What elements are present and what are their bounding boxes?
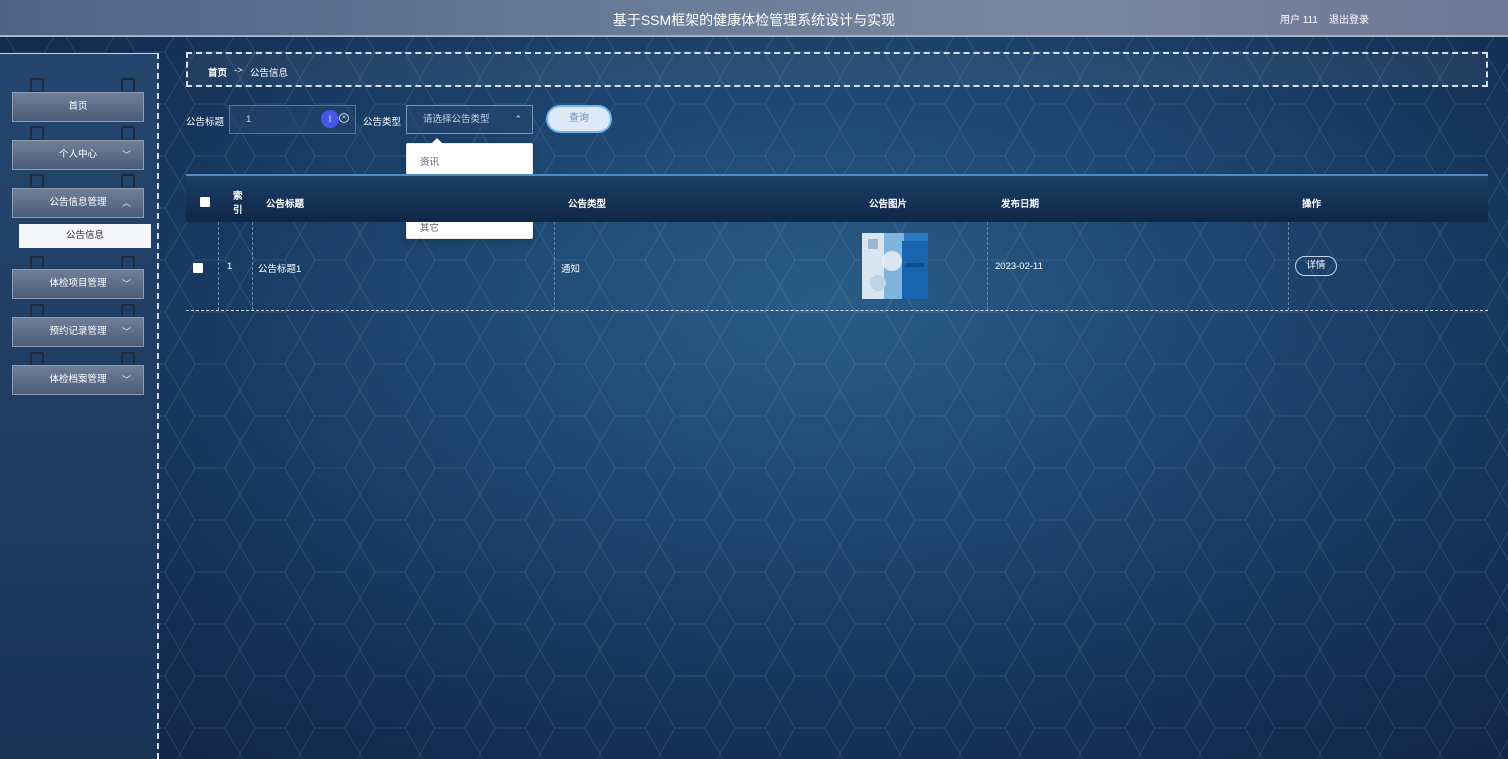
binder-clip-icon [28, 174, 46, 192]
binder-clip-icon [119, 256, 137, 274]
binder-clip-icon [119, 174, 137, 192]
chevron-down-icon: ﹀ [121, 327, 131, 337]
sidebar-item-announcement-management[interactable]: 公告信息管理 ︿ [12, 188, 144, 218]
row-type: 通知 [561, 264, 581, 275]
type-select[interactable]: 请选择公告类型 ⌃ [406, 105, 533, 134]
top-header-bar: 基于SSM框架的健康体检管理系统设计与实现 用户 111 退出登录 [0, 0, 1508, 37]
column-divider [554, 222, 555, 310]
column-header-actions: 操作 [1302, 199, 1322, 210]
column-divider [252, 222, 253, 310]
chevron-down-icon: ﹀ [121, 150, 131, 160]
sidebar-item-label: 公告信息管理 [49, 197, 107, 208]
breadcrumb-home[interactable]: 首页 [208, 65, 227, 79]
row-checkbox[interactable] [193, 263, 203, 273]
sidebar-item-appointments[interactable]: 预约记录管理 ﹀ [12, 317, 144, 347]
sidebar-item-exam-records[interactable]: 体检档案管理 ﹀ [12, 365, 144, 395]
column-header-image: 公告图片 [869, 199, 908, 210]
title-filter-label: 公告标题 [186, 117, 225, 128]
row-title: 公告标题1 [258, 264, 302, 275]
row-date: 2023-02-11 [995, 261, 1043, 272]
type-select-placeholder: 请选择公告类型 [423, 114, 490, 125]
user-name: 用户 111 [1280, 15, 1318, 26]
detail-button[interactable]: 详情 [1295, 256, 1337, 276]
clear-icon[interactable]: ✕ [339, 113, 349, 123]
column-header-title: 公告标题 [266, 199, 305, 210]
binder-clip-icon [119, 126, 137, 144]
select-all-checkbox[interactable] [200, 197, 210, 207]
binder-clip-icon [28, 78, 46, 96]
row-index: 1 [227, 261, 233, 272]
sidebar-item-label: 首页 [68, 101, 88, 112]
index-header-line: 引 [233, 205, 243, 216]
sidebar: 首页 个人中心 ﹀ 公告信息管理 ︿ 公告信息 体检项目管理 ﹀ 预约记录管理 … [0, 53, 159, 759]
binder-clip-icon [119, 78, 137, 96]
breadcrumb: 首页 -> 公告信息 [186, 52, 1488, 87]
submenu-item-announcement-info[interactable]: 公告信息 [19, 224, 151, 248]
breadcrumb-separator: -> [234, 65, 243, 76]
binder-clip-icon [119, 304, 137, 322]
sidebar-item-home[interactable]: 首页 [12, 92, 144, 122]
hex-pattern-background [0, 0, 1508, 759]
sidebar-item-label: 体检档案管理 [49, 374, 107, 385]
binder-clip-icon [28, 304, 46, 322]
sidebar-item-label: 体检项目管理 [49, 278, 107, 289]
column-header-index: 索 引 [233, 188, 243, 216]
binder-clip-icon [28, 256, 46, 274]
column-header-date: 发布日期 [1001, 199, 1040, 210]
announcement-image [862, 233, 928, 299]
sidebar-item-label: 个人中心 [58, 149, 97, 160]
breadcrumb-current: 公告信息 [250, 68, 289, 79]
chevron-down-icon: ﹀ [121, 375, 131, 385]
caret-icon: ⌃ [514, 114, 522, 124]
cursor-icon: I [321, 110, 339, 128]
index-header-line: 索 [233, 191, 243, 202]
sidebar-item-label: 预约记录管理 [49, 326, 107, 337]
column-divider [987, 222, 988, 310]
binder-clip-icon [119, 352, 137, 370]
logout-link[interactable]: 退出登录 [1329, 11, 1369, 26]
query-button[interactable]: 查询 [546, 105, 612, 133]
sidebar-item-personal-center[interactable]: 个人中心 ﹀ [12, 140, 144, 170]
type-filter-label: 公告类型 [363, 117, 402, 128]
binder-clip-icon [28, 126, 46, 144]
announcement-table: 索 引 公告标题 公告类型 公告图片 发布日期 操作 1 公告标题1 通知 20… [186, 174, 1488, 311]
binder-clip-icon [28, 352, 46, 370]
sidebar-item-exam-items[interactable]: 体检项目管理 ﹀ [12, 269, 144, 299]
table-header: 索 引 公告标题 公告类型 公告图片 发布日期 操作 [186, 176, 1488, 222]
column-divider [1288, 222, 1289, 310]
dropdown-option[interactable]: 资讯 [420, 154, 439, 168]
table-row: 1 公告标题1 通知 2023-02-11 详情 [186, 222, 1488, 310]
column-divider [218, 222, 219, 310]
chevron-down-icon: ﹀ [121, 279, 131, 289]
column-header-type: 公告类型 [568, 199, 607, 210]
chevron-up-icon: ︿ [121, 198, 131, 208]
